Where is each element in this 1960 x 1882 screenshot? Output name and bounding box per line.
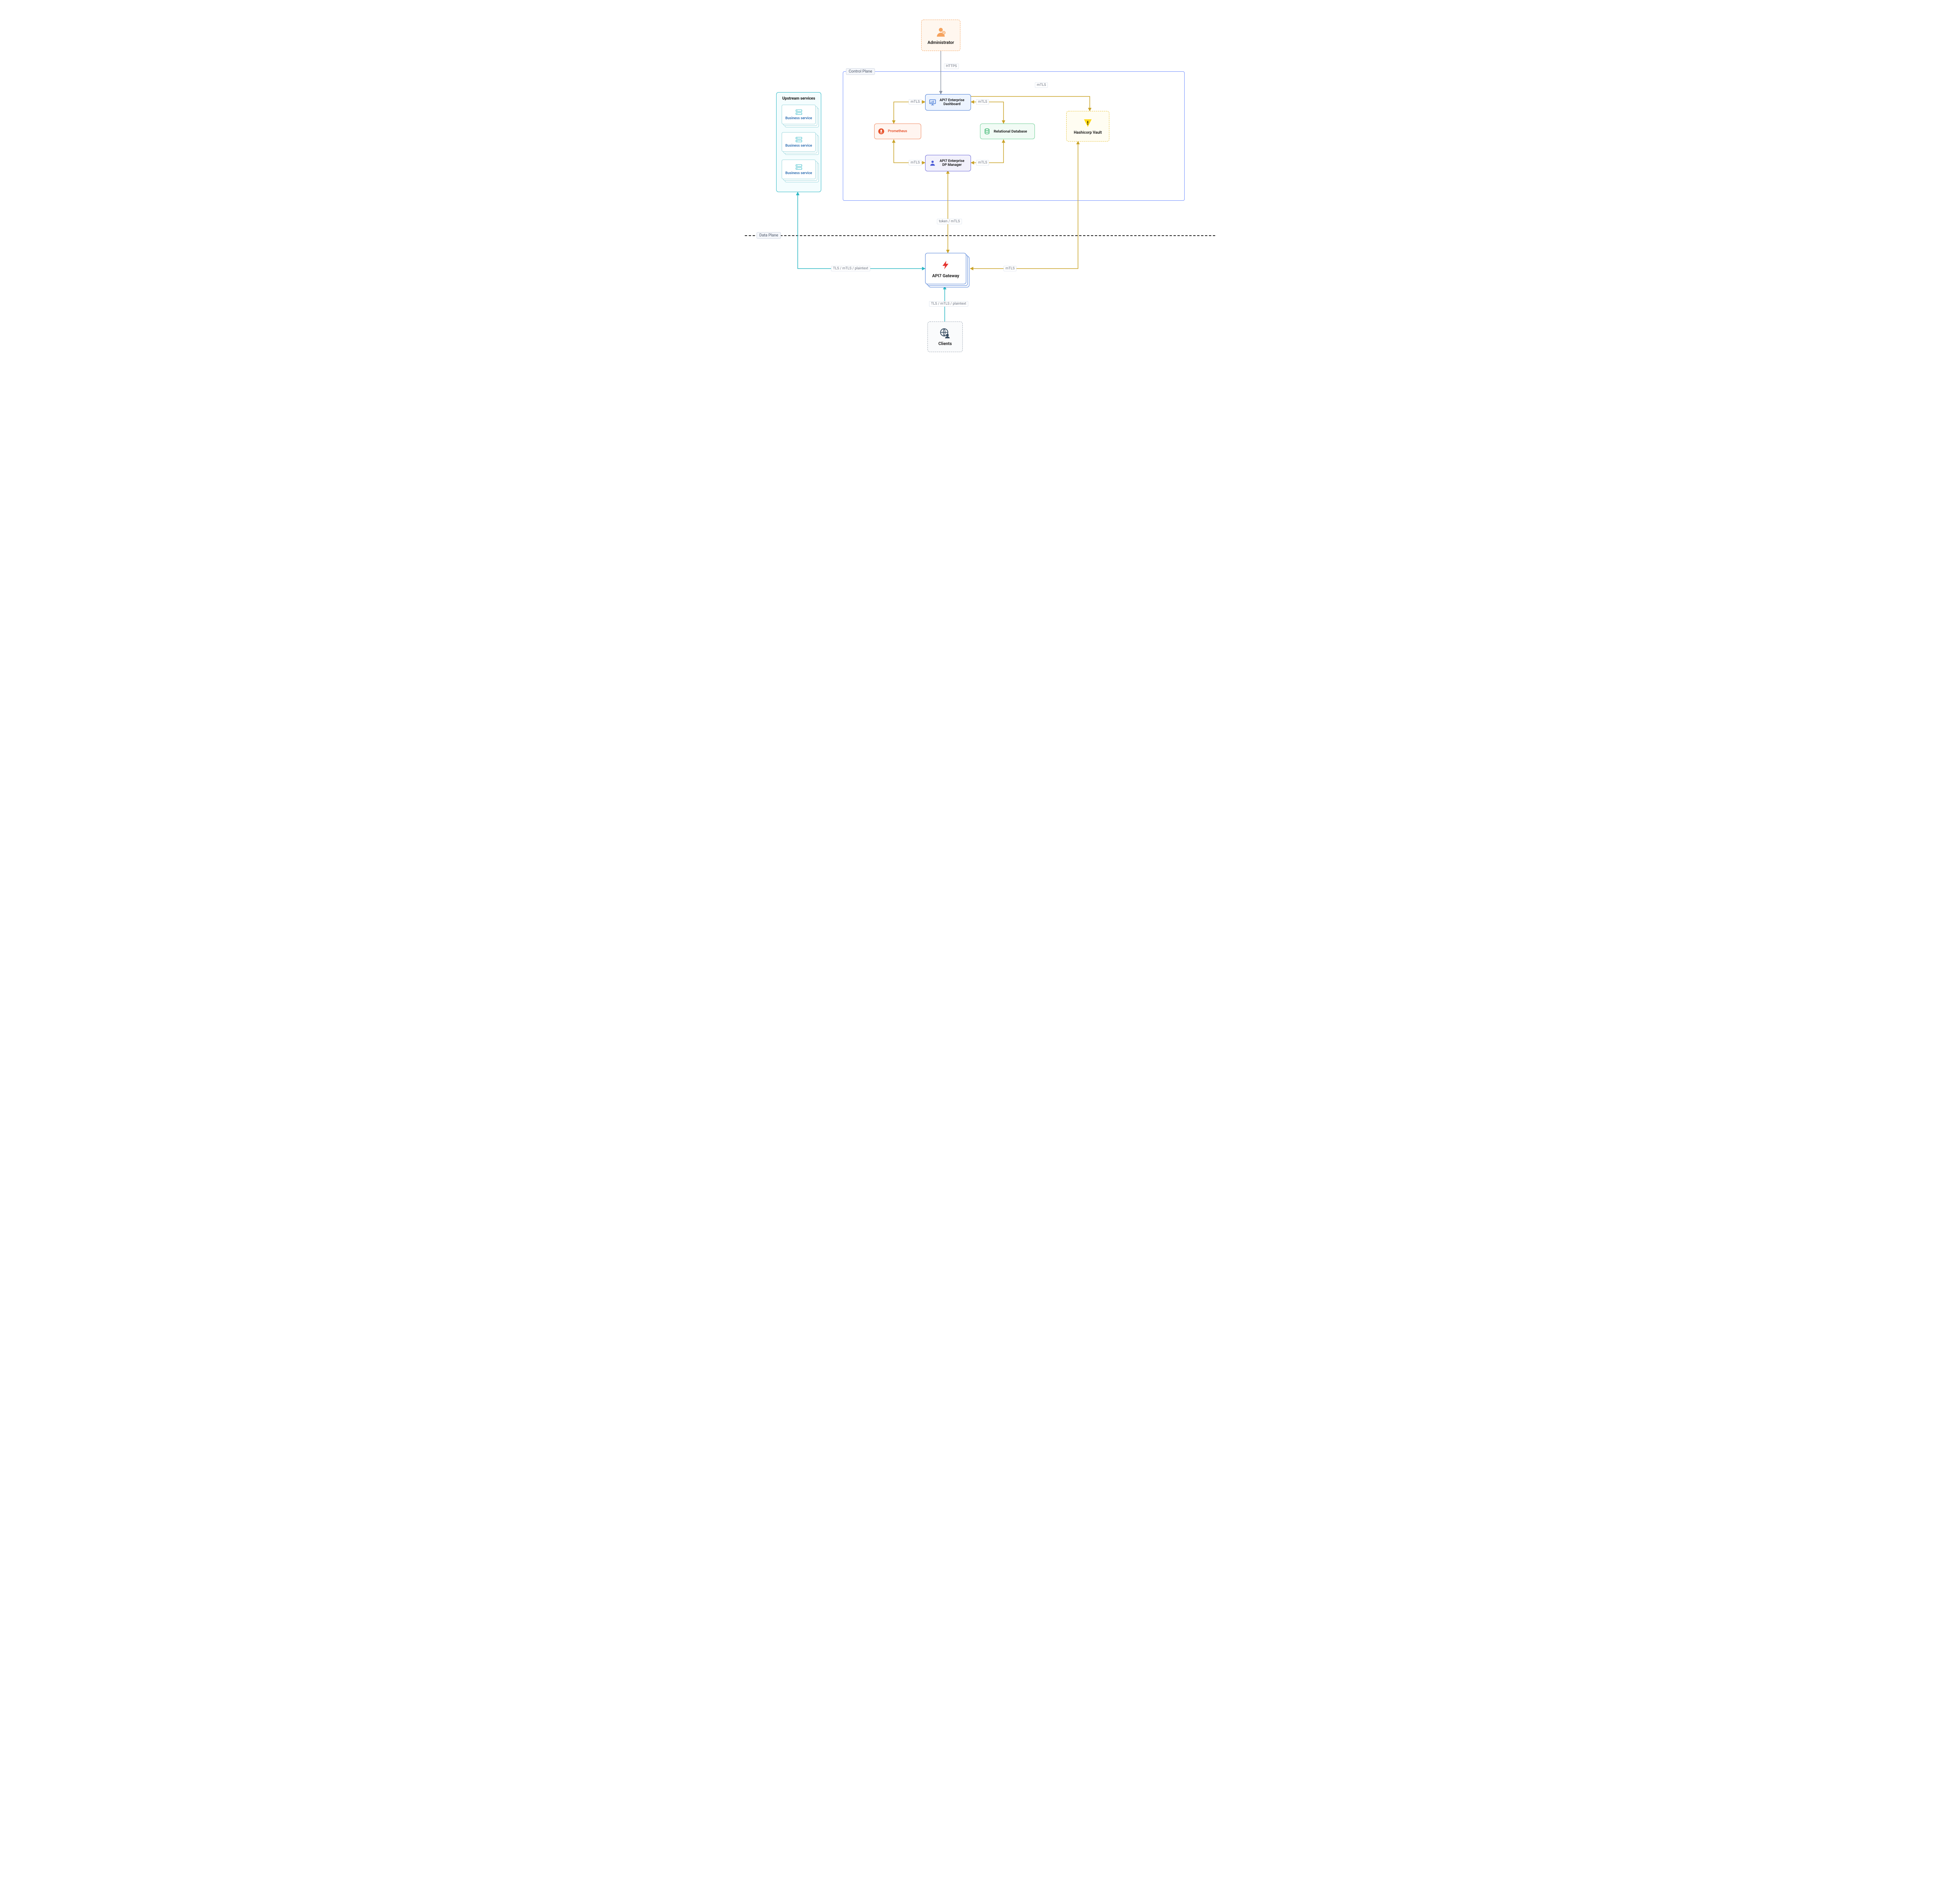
data-plane-label: Data Plane bbox=[757, 232, 781, 239]
user-admin-icon bbox=[935, 26, 947, 38]
administrator-node: Administrator bbox=[921, 20, 960, 51]
edge-admin-dashboard: HTTPS bbox=[944, 64, 959, 69]
edge-clients-gw: TLS / mTLS / plaintext bbox=[929, 301, 968, 307]
dpmanager-node: API7 Enterprise DP Manager bbox=[925, 155, 971, 171]
database-label: Relational Database bbox=[994, 129, 1027, 134]
edge-gw-vault: mTLS bbox=[1004, 266, 1016, 271]
administrator-label: Administrator bbox=[927, 40, 954, 45]
business-service-3: Business service bbox=[782, 160, 816, 179]
edge-dp-prom: mTLS bbox=[909, 160, 922, 165]
gateway-node: API7 Gateway bbox=[925, 253, 966, 284]
upstream-container: Upstream services Business service Busin… bbox=[776, 92, 821, 192]
vault-node: Hashicorp Vault bbox=[1066, 111, 1109, 142]
prometheus-label: Prometheus bbox=[888, 129, 907, 133]
dashboard-label: API7 Enterprise Dashboard bbox=[940, 98, 964, 107]
control-plane-label: Control Plane bbox=[846, 68, 875, 75]
dashboard-node: API7 Enterprise Dashboard bbox=[925, 94, 971, 111]
business-service-1: Business service bbox=[782, 105, 816, 124]
database-icon bbox=[984, 128, 991, 135]
gateway-label: API7 Gateway bbox=[932, 273, 959, 278]
dashboard-icon bbox=[929, 98, 936, 106]
edge-dp-gateway: token / mTLS bbox=[937, 219, 962, 224]
upstream-title: Upstream services bbox=[782, 96, 815, 101]
edge-dp-db: mTLS bbox=[976, 160, 989, 165]
clients-node: Clients bbox=[927, 322, 963, 352]
prometheus-icon bbox=[878, 128, 885, 135]
edge-gw-upstream: TLS / mTLS / plaintext bbox=[831, 266, 870, 271]
globe-user-icon bbox=[940, 328, 951, 339]
manager-icon bbox=[929, 159, 936, 167]
architecture-diagram: Control Plane Data Plane HTTPS mTLS mTLS… bbox=[745, 0, 1215, 392]
business-service-2: Business service bbox=[782, 132, 816, 152]
prometheus-node: Prometheus bbox=[874, 124, 921, 139]
server-icon bbox=[795, 136, 802, 143]
clients-label: Clients bbox=[938, 341, 952, 346]
server-icon bbox=[795, 164, 802, 170]
edge-dash-db: mTLS bbox=[976, 99, 989, 105]
edge-dash-vault: mTLS bbox=[1035, 82, 1048, 88]
data-plane-divider bbox=[745, 235, 1215, 236]
database-node: Relational Database bbox=[980, 124, 1035, 139]
vault-icon bbox=[1083, 118, 1093, 128]
business-service-2-label: Business service bbox=[785, 144, 812, 148]
edge-dash-prom: mTLS bbox=[909, 99, 922, 105]
business-service-1-label: Business service bbox=[785, 116, 812, 120]
vault-label: Hashicorp Vault bbox=[1074, 131, 1102, 135]
server-icon bbox=[795, 109, 802, 115]
business-service-3-label: Business service bbox=[785, 171, 812, 175]
dpmanager-label: API7 Enterprise DP Manager bbox=[940, 159, 964, 167]
lightning-icon bbox=[941, 259, 951, 271]
